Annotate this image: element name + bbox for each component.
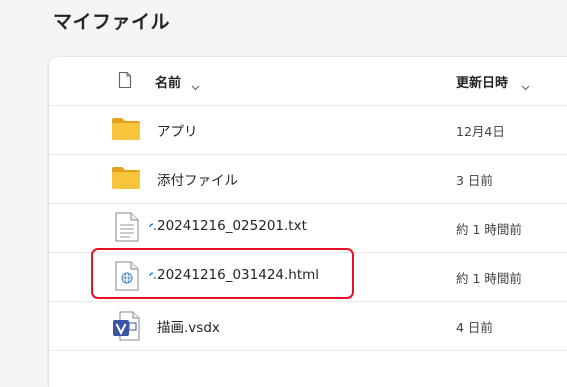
text-file-icon bbox=[115, 212, 139, 246]
folder-icon bbox=[111, 165, 141, 195]
file-modified: 3 日前 bbox=[456, 173, 493, 188]
file-modified: 約 1 時間前 bbox=[456, 271, 522, 286]
chevron-down-icon[interactable] bbox=[191, 76, 200, 95]
column-header-modified[interactable]: 更新日時 bbox=[456, 72, 508, 91]
file-modified: 4 日前 bbox=[456, 320, 493, 335]
visio-file-icon bbox=[112, 311, 140, 345]
file-name[interactable]: 添付ファイル bbox=[157, 169, 238, 189]
file-modified: 12月4日 bbox=[456, 124, 505, 139]
column-header-name[interactable]: 名前 bbox=[155, 72, 181, 91]
file-modified: 約 1 時間前 bbox=[456, 222, 522, 237]
document-icon bbox=[118, 71, 132, 93]
file-row-txt[interactable]: 20241216_025201.txt 約 1 時間前 bbox=[49, 204, 567, 253]
page-title: マイファイル bbox=[53, 11, 171, 33]
folder-icon bbox=[111, 116, 141, 146]
file-list: 名前 更新日時 アプリ 12月4日 添付ファイル 3 日前 20241216_0… bbox=[49, 57, 567, 387]
chevron-down-icon[interactable] bbox=[521, 76, 530, 95]
file-name[interactable]: 20241216_025201.txt bbox=[157, 218, 307, 234]
file-row-attachments-folder[interactable]: 添付ファイル 3 日前 bbox=[49, 155, 567, 204]
file-row-vsdx[interactable]: 描画.vsdx 4 日前 bbox=[49, 302, 567, 351]
highlight-annotation bbox=[91, 248, 354, 299]
column-header-row: 名前 更新日時 bbox=[49, 57, 567, 106]
file-name[interactable]: 描画.vsdx bbox=[157, 316, 220, 336]
sync-indicator-icon bbox=[149, 216, 157, 235]
file-row-apps-folder[interactable]: アプリ 12月4日 bbox=[49, 106, 567, 155]
file-name[interactable]: アプリ bbox=[157, 120, 198, 140]
